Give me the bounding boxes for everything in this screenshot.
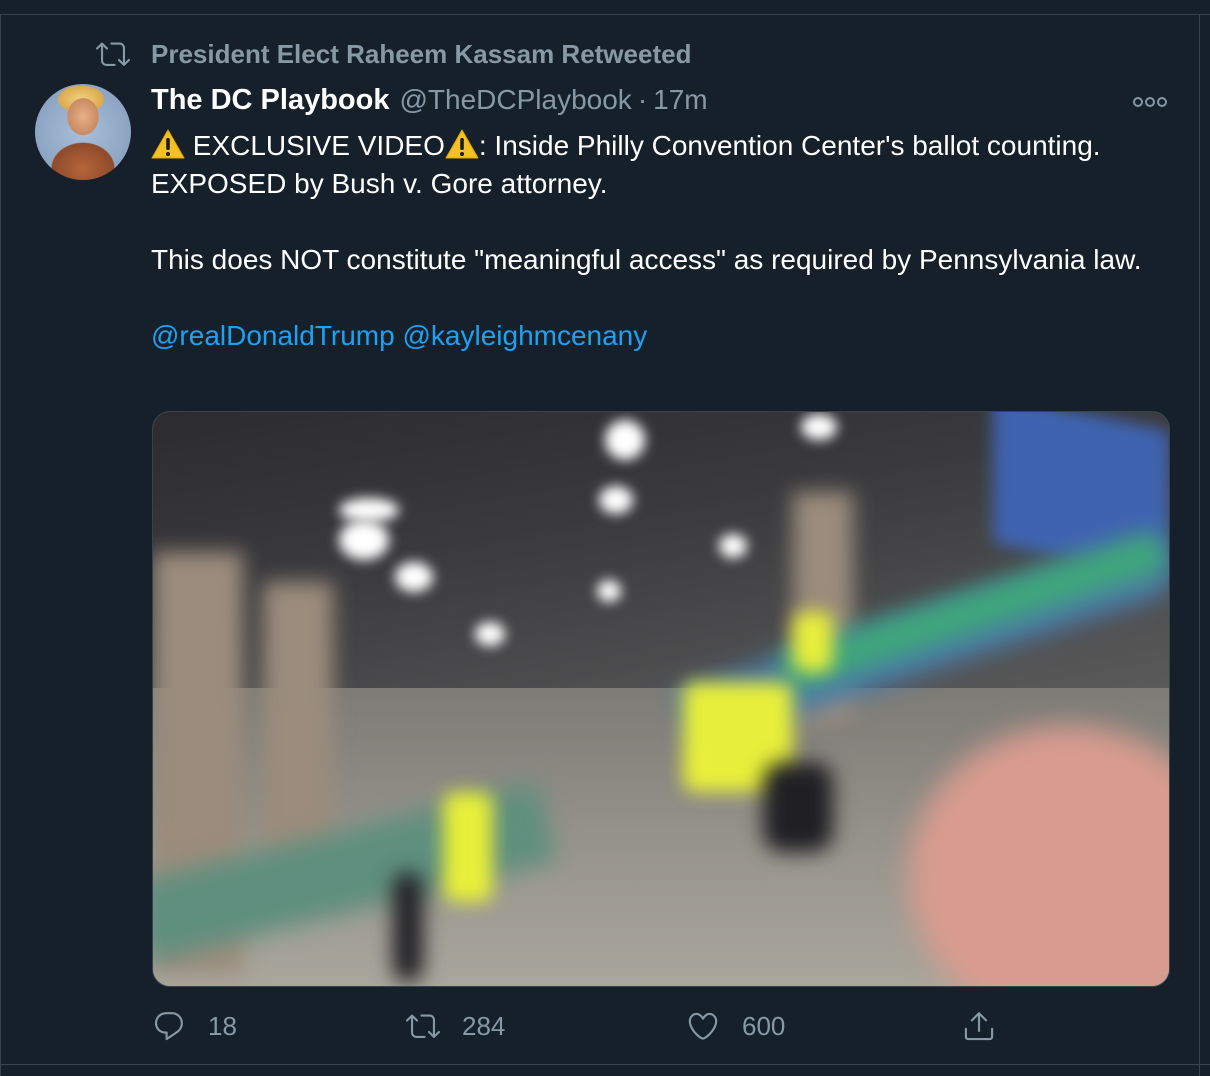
mention-link[interactable]: @kayleighmcenany <box>402 320 647 351</box>
user-handle[interactable]: @TheDCPlaybook <box>400 84 632 116</box>
share-icon <box>964 1012 994 1041</box>
tweet-text: EXCLUSIVE VIDEO : Inside Philly Conventi… <box>151 127 1161 355</box>
timeline-divider-bottom <box>0 1064 1210 1065</box>
tweet-paragraph-1: EXCLUSIVE VIDEO : Inside Philly Conventi… <box>151 127 1161 203</box>
tweet-text-exclusive: EXCLUSIVE VIDEO <box>192 130 445 161</box>
warning-icon <box>445 129 479 159</box>
retweet-context-text[interactable]: President Elect Raheem Kassam Retweeted <box>151 39 691 70</box>
reply-button[interactable]: 18 <box>152 1004 237 1048</box>
retweet-button[interactable]: 284 <box>406 1004 505 1048</box>
timeline-divider-top <box>0 14 1210 15</box>
timeline-border-right <box>1199 14 1200 1076</box>
share-button[interactable] <box>962 1004 996 1048</box>
retweet-icon <box>406 1014 440 1038</box>
warning-icon <box>151 129 185 159</box>
tweet-video[interactable] <box>152 411 1170 987</box>
header-separator: · <box>637 84 648 115</box>
more-icon[interactable] <box>1131 94 1169 110</box>
reply-count: 18 <box>208 1010 237 1041</box>
like-count: 600 <box>742 1010 786 1041</box>
mention-link[interactable]: @realDonaldTrump <box>151 320 395 351</box>
retweet-count: 284 <box>462 1010 506 1041</box>
timeline-border-left <box>0 14 1 1076</box>
heart-icon <box>688 1012 718 1040</box>
retweet-icon <box>96 42 130 66</box>
retweet-context[interactable]: President Elect Raheem Kassam Retweeted <box>94 36 691 72</box>
tweet-paragraph-2: This does NOT constitute "meaningful acc… <box>151 244 1142 275</box>
tweet-actions: 18 284 600 <box>152 1004 1172 1048</box>
like-button[interactable]: 600 <box>686 1004 785 1048</box>
reply-icon <box>154 1012 183 1041</box>
tweet-header: The DC Playbook @TheDCPlaybook · 17m <box>151 84 708 122</box>
avatar[interactable] <box>35 84 131 180</box>
display-name[interactable]: The DC Playbook <box>151 84 390 117</box>
tweet-mentions: @realDonaldTrump @kayleighmcenany <box>151 317 1161 355</box>
tweet-timestamp[interactable]: 17m <box>653 84 707 116</box>
